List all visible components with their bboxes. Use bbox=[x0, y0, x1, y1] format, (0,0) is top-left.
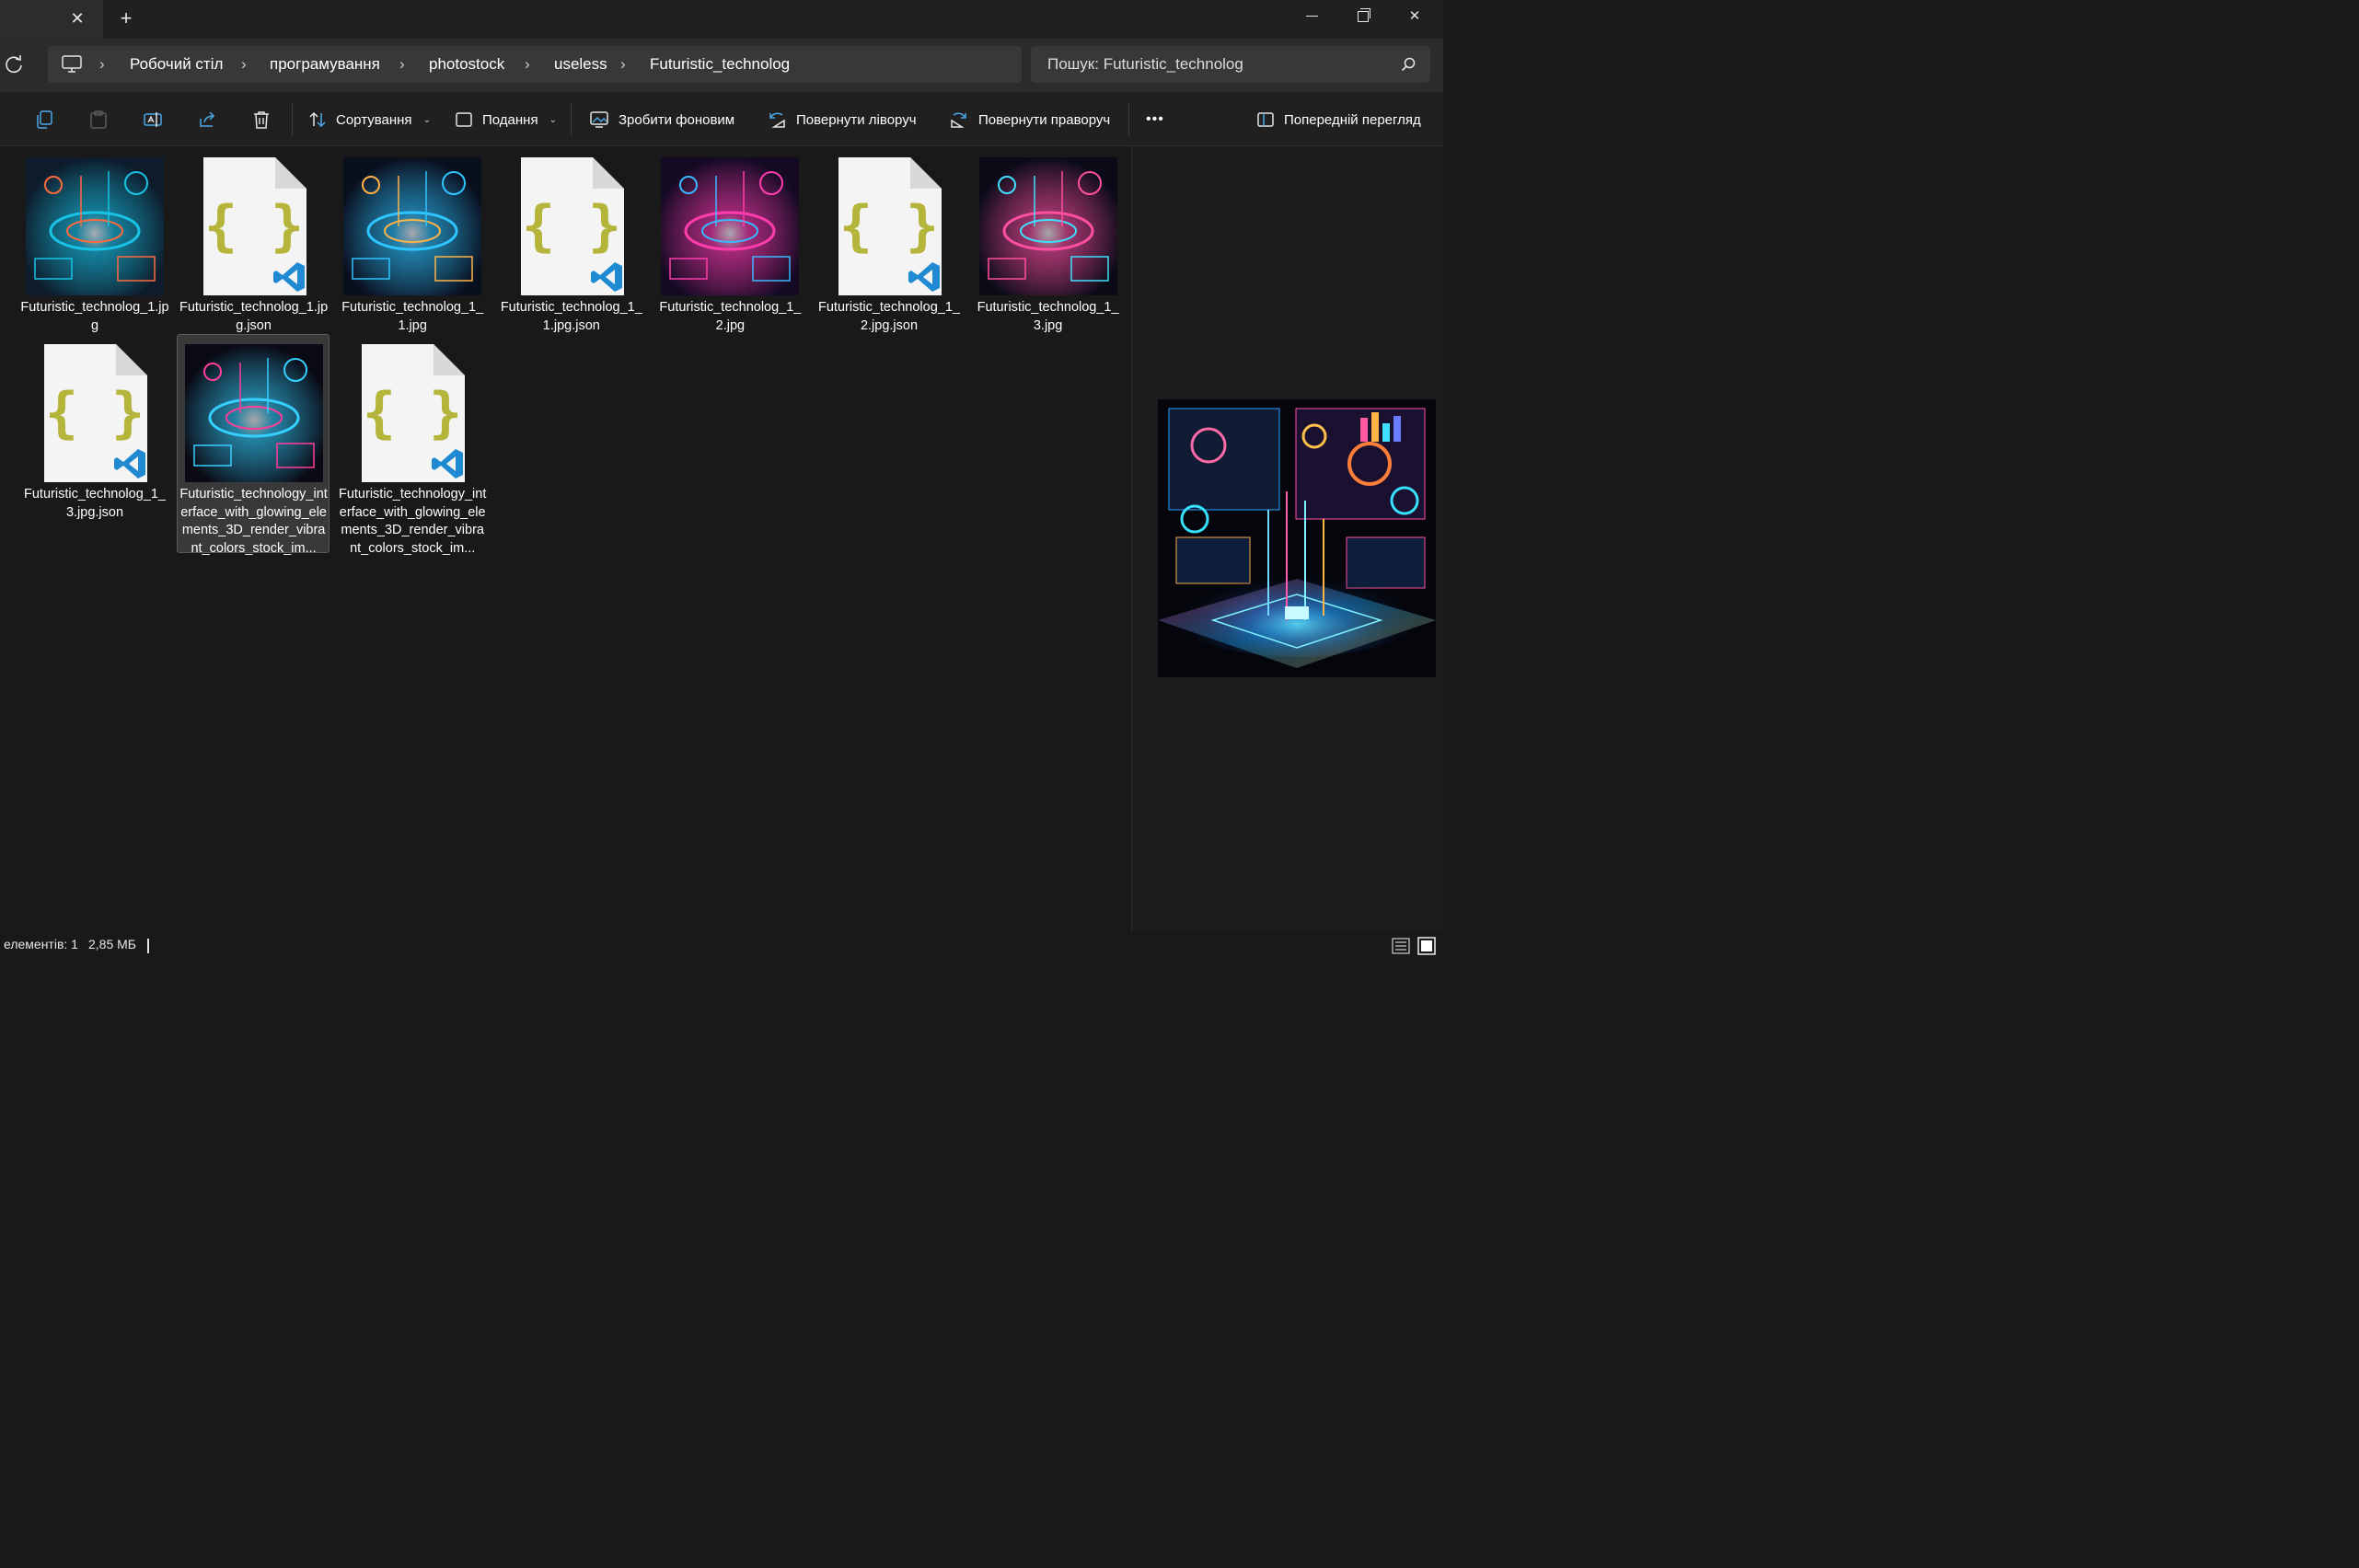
rotate-right-button[interactable]: Повернути праворуч bbox=[949, 104, 1110, 135]
title-bar: ✕ + ✕ bbox=[0, 0, 1443, 39]
preview-pane-icon bbox=[1257, 112, 1274, 127]
copy-icon[interactable] bbox=[34, 110, 54, 130]
rotate-left-icon bbox=[769, 112, 785, 128]
delete-icon[interactable] bbox=[251, 110, 272, 130]
details-view-icon[interactable] bbox=[1392, 937, 1410, 955]
image-file-item[interactable]: Futuristic_technolog_1_2.jpg bbox=[653, 147, 805, 366]
set-background-icon bbox=[590, 111, 608, 128]
more-icon: ••• bbox=[1146, 111, 1164, 127]
file-name-label: Futuristic_technolog_1_1.jpg bbox=[341, 300, 484, 333]
json-file-item[interactable]: { } Futuristic_technolog_1_1.jpg.json bbox=[494, 147, 647, 366]
paste-icon[interactable] bbox=[88, 110, 109, 130]
json-file-item[interactable]: { } Futuristic_technolog_1_3.jpg.json bbox=[17, 334, 170, 553]
breadcrumb-chevron-icon[interactable]: › bbox=[525, 46, 530, 83]
new-tab-icon[interactable]: + bbox=[116, 8, 136, 29]
breadcrumb[interactable]: › Робочий стіл › програмування › photost… bbox=[48, 46, 1022, 83]
preview-image bbox=[1158, 399, 1436, 677]
restore-icon[interactable] bbox=[1342, 4, 1384, 29]
breadcrumb-programming[interactable]: програмування bbox=[270, 46, 380, 83]
svg-text:{ }: { } bbox=[839, 194, 939, 259]
address-bar: › Робочий стіл › програмування › photost… bbox=[0, 39, 1443, 92]
preview-pane bbox=[1131, 146, 1444, 931]
toolbar-divider bbox=[571, 103, 572, 136]
image-file-item[interactable]: Futuristic_technolog_1_3.jpg bbox=[971, 147, 1124, 366]
breadcrumb-chevron-icon[interactable]: › bbox=[241, 46, 247, 83]
sort-icon bbox=[309, 111, 326, 128]
breadcrumb-useless[interactable]: useless bbox=[554, 46, 607, 83]
rotate-left-label: Повернути ліворуч bbox=[796, 111, 917, 128]
json-file-icon: { } bbox=[26, 344, 164, 482]
refresh-icon[interactable] bbox=[4, 53, 24, 75]
image-thumbnail bbox=[343, 157, 482, 295]
status-bar: елементів: 1 2,85 МБ bbox=[0, 931, 1443, 959]
close-window-icon[interactable]: ✕ bbox=[1393, 4, 1436, 29]
breadcrumb-desktop[interactable]: Робочий стіл bbox=[130, 46, 223, 83]
toolbar-divider bbox=[1128, 103, 1129, 136]
sort-button[interactable]: Сортування ⌄ bbox=[308, 104, 431, 135]
file-name-label: Futuristic_technolog_1.jpg.json bbox=[179, 300, 329, 333]
file-name-label: Futuristic_technology_interface_with_glo… bbox=[338, 487, 487, 556]
view-icon bbox=[456, 112, 472, 127]
rename-icon[interactable] bbox=[143, 110, 163, 130]
json-file-icon: { } bbox=[343, 344, 481, 482]
selected-count: елементів: 1 bbox=[4, 937, 78, 951]
more-options-button[interactable]: ••• bbox=[1146, 104, 1164, 135]
image-thumbnail bbox=[26, 157, 164, 295]
file-name-label: Futuristic_technology_interface_with_glo… bbox=[179, 487, 328, 556]
json-file-item[interactable]: { } Futuristic_technology_interface_with_… bbox=[335, 334, 488, 556]
breadcrumb-photostock[interactable]: photostock bbox=[429, 46, 504, 83]
image-thumbnail bbox=[661, 157, 800, 295]
chevron-down-icon: ⌄ bbox=[549, 114, 557, 125]
share-icon[interactable] bbox=[197, 110, 217, 130]
file-name-label: Futuristic_technolog_1_2.jpg.json bbox=[818, 300, 960, 333]
breadcrumb-current-folder[interactable]: Futuristic_technolog bbox=[650, 46, 790, 83]
set-background-label: Зробити фоновим bbox=[619, 111, 735, 128]
preview-pane-button[interactable]: Попередній перегляд bbox=[1256, 104, 1421, 135]
search-icon[interactable] bbox=[1401, 57, 1416, 72]
image-thumbnail bbox=[184, 344, 323, 482]
breadcrumb-chevron-icon[interactable]: › bbox=[620, 46, 626, 83]
file-name-label: Futuristic_technolog_1.jpg bbox=[20, 300, 169, 333]
breadcrumb-chevron-icon[interactable]: › bbox=[399, 46, 405, 83]
rotate-right-icon bbox=[951, 112, 966, 128]
search-input[interactable]: Пошук: Futuristic_technolog bbox=[1047, 46, 1243, 83]
view-label: Подання bbox=[482, 111, 538, 128]
breadcrumb-chevron-icon[interactable]: › bbox=[99, 46, 105, 83]
set-as-background-button[interactable]: Зробити фоновим bbox=[589, 104, 734, 135]
image-thumbnail bbox=[978, 157, 1117, 295]
command-bar: Сортування ⌄ Подання ⌄ Зробити фоновим П… bbox=[0, 92, 1443, 146]
rotate-left-button[interactable]: Повернути ліворуч bbox=[767, 104, 917, 135]
file-grid: Futuristic_technolog_1.jpg { } Futuristic_… bbox=[0, 146, 1130, 931]
text-cursor bbox=[147, 939, 149, 953]
minimize-icon[interactable] bbox=[1290, 4, 1333, 29]
this-pc-icon[interactable] bbox=[61, 54, 83, 75]
svg-text:{ }: { } bbox=[203, 194, 303, 259]
json-file-icon: { } bbox=[503, 157, 641, 295]
large-icons-view-icon[interactable] bbox=[1417, 937, 1436, 955]
file-name-label: Futuristic_technolog_1_3.jpg.json bbox=[24, 487, 166, 520]
chevron-down-icon: ⌄ bbox=[422, 114, 431, 125]
svg-text:{ }: { } bbox=[522, 194, 621, 259]
json-file-icon: { } bbox=[185, 157, 323, 295]
tab-close-icon[interactable]: ✕ bbox=[68, 9, 87, 28]
json-file-icon: { } bbox=[820, 157, 958, 295]
preview-label: Попередній перегляд bbox=[1284, 111, 1421, 128]
sort-label: Сортування bbox=[336, 111, 412, 128]
svg-text:{ }: { } bbox=[45, 381, 145, 445]
svg-text:{ }: { } bbox=[363, 381, 462, 445]
file-name-label: Futuristic_technolog_1_3.jpg bbox=[977, 300, 1119, 333]
file-name-label: Futuristic_technolog_1_2.jpg bbox=[659, 300, 802, 333]
file-name-label: Futuristic_technolog_1_1.jpg.json bbox=[500, 300, 642, 333]
search-box[interactable]: Пошук: Futuristic_technolog bbox=[1031, 46, 1430, 83]
view-button[interactable]: Подання ⌄ bbox=[455, 104, 557, 135]
image-file-item[interactable]: Futuristic_technology_interface_with_glo… bbox=[176, 334, 330, 556]
toolbar-divider bbox=[292, 103, 293, 136]
json-file-item[interactable]: { } Futuristic_technolog_1_2.jpg.json bbox=[812, 147, 965, 366]
tab-active[interactable]: ✕ bbox=[0, 0, 103, 39]
rotate-right-label: Повернути праворуч bbox=[978, 111, 1111, 128]
selected-size: 2,85 МБ bbox=[88, 937, 136, 951]
